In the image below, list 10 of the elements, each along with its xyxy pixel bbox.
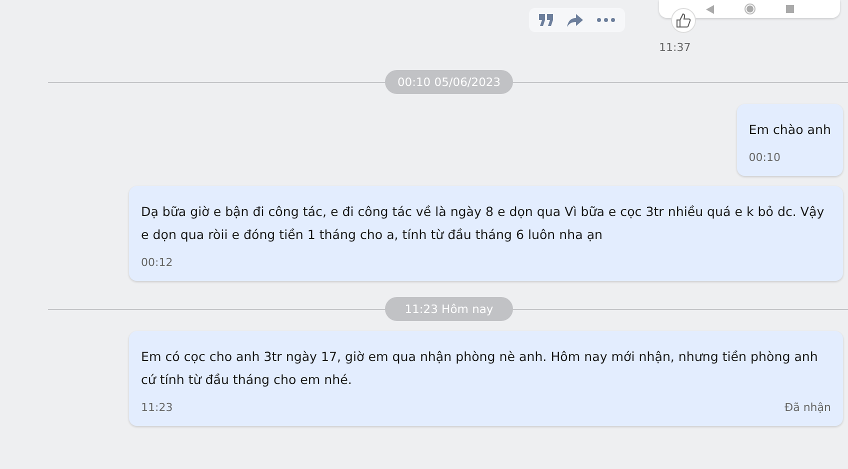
message-text: Em chào anh	[748, 121, 831, 139]
message-time: 11:37	[659, 41, 691, 54]
delivery-status: Đã nhận	[784, 401, 831, 414]
message-text: Em có cọc cho anh 3tr ngày 17, giờ em qua nhận phòng nè anh. Hôm nay mới nhận, nhưng tiền phòng anh cứ tính từ đầu tháng cho em nhé.	[141, 348, 819, 389]
message-time: 00:10	[748, 151, 780, 164]
message-text: Dạ bữa giờ e bận đi công tác, e đi công tác về là ngày 8 e dọn qua Vì bữa e cọc 3tr nhiều quá e k bỏ dc. Vậy e dọn qua ròii e đóng tiền 1 tháng cho a, tính từ đầu tháng 6 luôn nha ạn	[141, 203, 826, 244]
date-separator: 11:23 Hôm nay	[385, 297, 513, 321]
message-time: 00:12	[141, 256, 173, 269]
message-time: 11:23	[141, 401, 173, 414]
date-separator: 00:10 05/06/2023	[385, 70, 513, 94]
